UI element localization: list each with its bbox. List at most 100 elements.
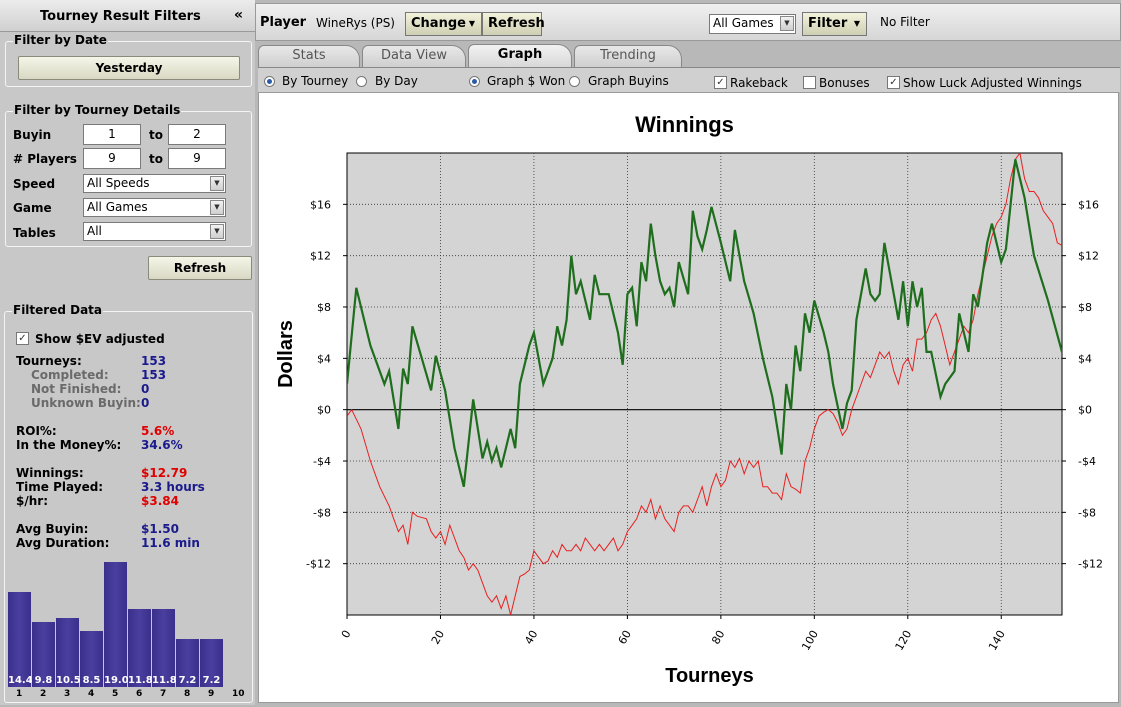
winnings-label: Winnings: [16, 466, 84, 480]
chevron-down-icon: ▼ [210, 224, 224, 239]
x-tick-label: 60 [616, 628, 634, 647]
players-to-input[interactable]: 9 [168, 148, 226, 169]
buyin-to-input[interactable]: 2 [168, 124, 226, 145]
tourneys-value: 153 [141, 354, 167, 368]
itm-label: In the Money%: [16, 438, 122, 452]
y-tick-label-right: $0 [1078, 404, 1092, 417]
histogram-bar: 8.5 [80, 631, 104, 687]
y-tick-label-right: -$12 [1078, 558, 1103, 571]
rakeback-checkbox[interactable]: ✓ [714, 76, 727, 89]
x-tick-label: 80 [709, 628, 727, 647]
y-tick-label-right: $8 [1078, 301, 1092, 314]
luck-adjusted-checkbox[interactable]: ✓ [887, 76, 900, 89]
y-axis-label: Dollars [275, 320, 297, 388]
tab-data-view[interactable]: Data View [362, 45, 466, 67]
players-label: # Players [13, 152, 77, 166]
filter-button-label: Filter [808, 16, 848, 31]
chevron-down-icon: ▼ [210, 176, 224, 191]
finish-position-histogram: 14.4 9.8 10.5 8.5 19.0 11.8 11.8 7.2 7.2 [8, 555, 248, 687]
speed-select[interactable]: All Speeds ▼ [83, 174, 226, 193]
histogram-bar-value: 14.4 [8, 675, 33, 686]
game-select-value: All Games [87, 200, 148, 214]
histogram-bar: 10.5 [56, 618, 81, 687]
y-tick-label: $12 [310, 250, 331, 263]
tables-select[interactable]: All ▼ [83, 222, 226, 241]
filter-by-date-group: Filter by Date Yesterday [5, 33, 252, 87]
bonuses-checkbox[interactable] [803, 76, 816, 89]
show-sev-label: Show $EV adjusted [35, 332, 165, 346]
graph-won-label: Graph $ Won [487, 74, 566, 88]
show-sev-checkbox[interactable]: ✓ [16, 332, 29, 345]
histogram-bar-value: 7.2 [202, 675, 221, 686]
y-tick-label-right: -$8 [1078, 506, 1096, 519]
histogram-x-label: 5 [112, 689, 119, 699]
change-player-button[interactable]: Change ▼ [405, 12, 482, 36]
histogram-bar-value: 9.8 [34, 675, 53, 686]
player-toolbar: Player WineRys (PS) Change ▼ Refresh All… [255, 3, 1121, 41]
tab-graph[interactable]: Graph [468, 44, 572, 67]
graph-won-radio[interactable] [469, 76, 480, 87]
x-tick-label: 120 [893, 628, 915, 653]
histogram-bar-value: 11.8 [128, 675, 153, 686]
change-button-label: Change [411, 16, 466, 31]
graph-buyins-radio[interactable] [569, 76, 580, 87]
y-tick-label-right: $12 [1078, 250, 1099, 263]
avg-duration-label: Avg Duration: [16, 536, 110, 550]
y-tick-label: -$12 [306, 558, 331, 571]
histogram-x-label: 4 [88, 689, 95, 699]
hourly-label: $/hr: [16, 494, 48, 508]
unknown-buyin-value: 0 [141, 396, 150, 410]
histogram-x-label: 7 [160, 689, 167, 699]
speed-label: Speed [13, 177, 56, 191]
x-tick-label: 140 [986, 628, 1008, 653]
histogram-bar-value: 19.0 [104, 675, 129, 686]
by-tourney-radio[interactable] [264, 76, 275, 87]
yesterday-button[interactable]: Yesterday [18, 56, 240, 80]
histogram-x-label: 3 [64, 689, 71, 699]
luck-adjusted-label: Show Luck Adjusted Winnings [903, 76, 1082, 90]
y-tick-label-right: -$4 [1078, 455, 1096, 468]
buyin-label: Buyin [13, 128, 52, 142]
filter-by-date-label: Filter by Date [13, 33, 108, 47]
histogram-x-label: 2 [40, 689, 47, 699]
y-tick-label: $8 [317, 301, 331, 314]
time-played-value: 3.3 hours [141, 480, 205, 494]
x-axis-label: Tourneys [665, 665, 754, 687]
bonuses-label: Bonuses [819, 76, 870, 90]
completed-value: 153 [141, 368, 167, 382]
filter-panel-header: Tourney Result Filters « [0, 0, 255, 32]
y-tick-label: $4 [317, 352, 331, 365]
y-tick-label-right: $16 [1078, 198, 1099, 211]
by-day-radio[interactable] [356, 76, 367, 87]
refresh-player-button[interactable]: Refresh [482, 12, 545, 36]
filter-button[interactable]: Filter ▼ [802, 12, 867, 36]
histogram-bar: 19.0 [104, 562, 129, 687]
x-tick-label: 20 [429, 628, 447, 647]
histogram-bar: 11.8 [128, 609, 153, 687]
games-select[interactable]: All Games ▼ [709, 14, 796, 34]
tab-trending[interactable]: Trending [574, 45, 682, 67]
filter-panel: Tourney Result Filters « Filter by Date … [0, 0, 255, 705]
game-label: Game [13, 201, 52, 215]
x-tick-label: 100 [799, 628, 821, 653]
histogram-bar-value: 11.8 [152, 675, 177, 686]
x-tick-label: 40 [522, 628, 540, 647]
collapse-panel-icon[interactable]: « [234, 7, 243, 23]
players-to-label: to [149, 152, 163, 166]
histogram-bar: 14.4 [8, 592, 33, 687]
tab-stats[interactable]: Stats [258, 45, 360, 67]
buyin-from-input[interactable]: 1 [83, 124, 141, 145]
histogram-x-label: 1 [16, 689, 23, 699]
histogram-bar-value: 8.5 [82, 675, 101, 686]
graph-buyins-label: Graph Buyins [588, 74, 669, 88]
winnings-chart: -$12 -$12 -$8 -$8 -$4 -$4 $0 $0 $4 $4 $8 $8 $12 $12 $1… [275, 112, 1103, 687]
games-select-value: All Games [713, 16, 774, 30]
y-tick-label: $16 [310, 198, 331, 211]
players-from-input[interactable]: 9 [83, 148, 141, 169]
avg-buyin-label: Avg Buyin: [16, 522, 89, 536]
game-select[interactable]: All Games ▼ [83, 198, 226, 217]
histogram-x-axis: 1 2 3 4 5 6 7 8 9 10 [8, 689, 248, 701]
refresh-filters-button[interactable]: Refresh [148, 256, 252, 280]
tables-select-value: All [87, 224, 102, 238]
filter-by-details-label: Filter by Tourney Details [13, 103, 182, 117]
